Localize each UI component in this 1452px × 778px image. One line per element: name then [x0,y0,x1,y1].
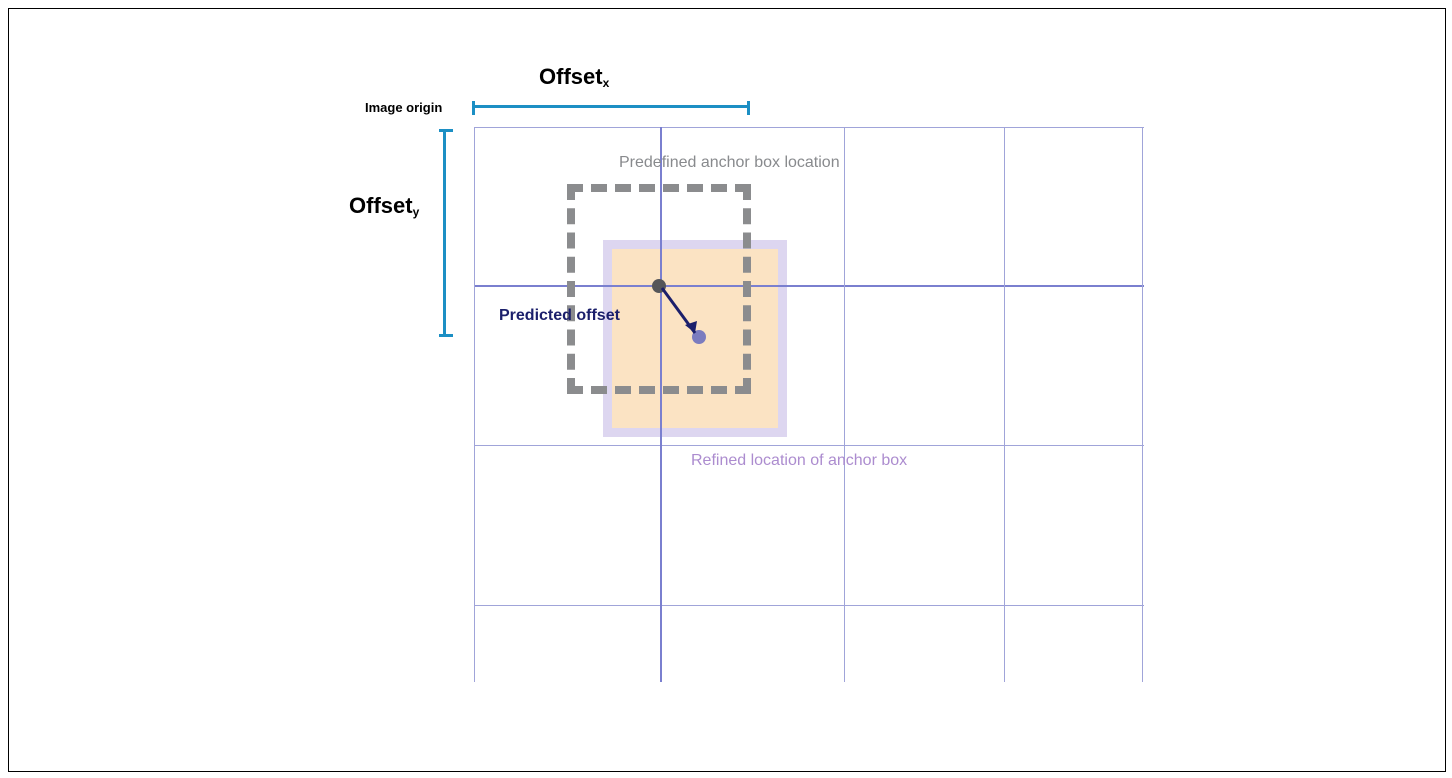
offset-y-label: Offsety [349,193,419,219]
offset-x-label: Offsetx [539,64,609,90]
refined-location-label: Refined location of anchor box [691,452,907,470]
refined-center-point [692,330,706,344]
predefined-anchor-label: Predefined anchor box location [619,154,840,172]
predicted-offset-label: Predicted offset [499,307,620,325]
offset-y-bracket [443,129,446,337]
diagram-canvas: Offsetx Image origin Offsety Predefined … [8,8,1446,772]
image-origin-label: Image origin [365,100,442,115]
anchor-center-point [652,279,666,293]
offset-x-bracket [472,105,750,108]
